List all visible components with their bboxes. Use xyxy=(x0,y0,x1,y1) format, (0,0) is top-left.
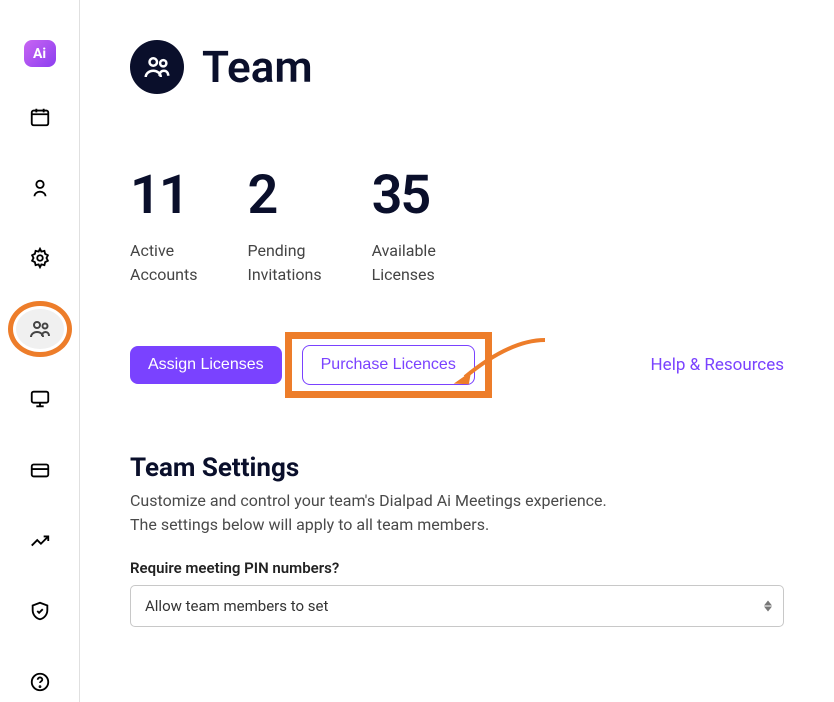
nav-billing[interactable] xyxy=(16,450,64,491)
nav-help[interactable] xyxy=(16,661,64,702)
main-content: Team 11 Active Accounts 2 Pending Invita… xyxy=(80,0,834,702)
person-icon xyxy=(29,177,51,199)
trend-icon xyxy=(29,530,51,552)
help-icon xyxy=(29,671,51,693)
annotation-highlight: Purchase Licences xyxy=(285,332,492,398)
header-team-icon xyxy=(130,40,184,94)
pin-select-wrapper: Allow team members to set xyxy=(130,585,784,627)
nav-security[interactable] xyxy=(16,591,64,632)
team-icon xyxy=(28,317,52,341)
stat-label: Pending Invitations xyxy=(247,239,321,287)
credit-card-icon xyxy=(29,459,51,481)
stat-value: 35 xyxy=(372,164,436,227)
sidebar: Ai xyxy=(0,0,80,702)
monitor-icon xyxy=(29,388,51,410)
pin-select[interactable]: Allow team members to set xyxy=(130,585,784,627)
settings-description: Customize and control your team's Dialpa… xyxy=(130,489,784,537)
pin-setting-label: Require meeting PIN numbers? xyxy=(130,559,784,577)
stat-value: 2 xyxy=(247,164,321,227)
stat-label: Active Accounts xyxy=(130,239,197,287)
settings-title: Team Settings xyxy=(130,453,784,483)
nav-profile[interactable] xyxy=(16,168,64,209)
nav-desktop[interactable] xyxy=(16,379,64,420)
stat-active-accounts: 11 Active Accounts xyxy=(130,164,197,287)
stat-value: 11 xyxy=(130,164,197,227)
stat-pending-invitations: 2 Pending Invitations xyxy=(247,164,321,287)
actions-row: Assign Licenses Purchase Licences Help &… xyxy=(130,332,784,398)
assign-licenses-button[interactable]: Assign Licenses xyxy=(130,346,282,384)
nav-analytics[interactable] xyxy=(16,520,64,561)
app-logo[interactable]: Ai xyxy=(24,40,56,67)
nav-team[interactable] xyxy=(16,309,64,350)
stat-available-licenses: 35 Available Licenses xyxy=(372,164,436,287)
stats-row: 11 Active Accounts 2 Pending Invitations… xyxy=(130,164,784,287)
shield-check-icon xyxy=(29,600,51,622)
stat-label: Available Licenses xyxy=(372,239,436,287)
team-icon xyxy=(142,52,172,82)
page-header: Team xyxy=(130,40,784,94)
page-title: Team xyxy=(202,41,313,93)
nav-calendar[interactable] xyxy=(16,97,64,138)
help-resources-link[interactable]: Help & Resources xyxy=(651,355,784,375)
logo-text: Ai xyxy=(33,46,46,62)
gear-icon xyxy=(29,247,51,269)
nav-settings[interactable] xyxy=(16,238,64,279)
purchase-licences-button[interactable]: Purchase Licences xyxy=(302,345,475,385)
calendar-icon xyxy=(29,106,51,128)
